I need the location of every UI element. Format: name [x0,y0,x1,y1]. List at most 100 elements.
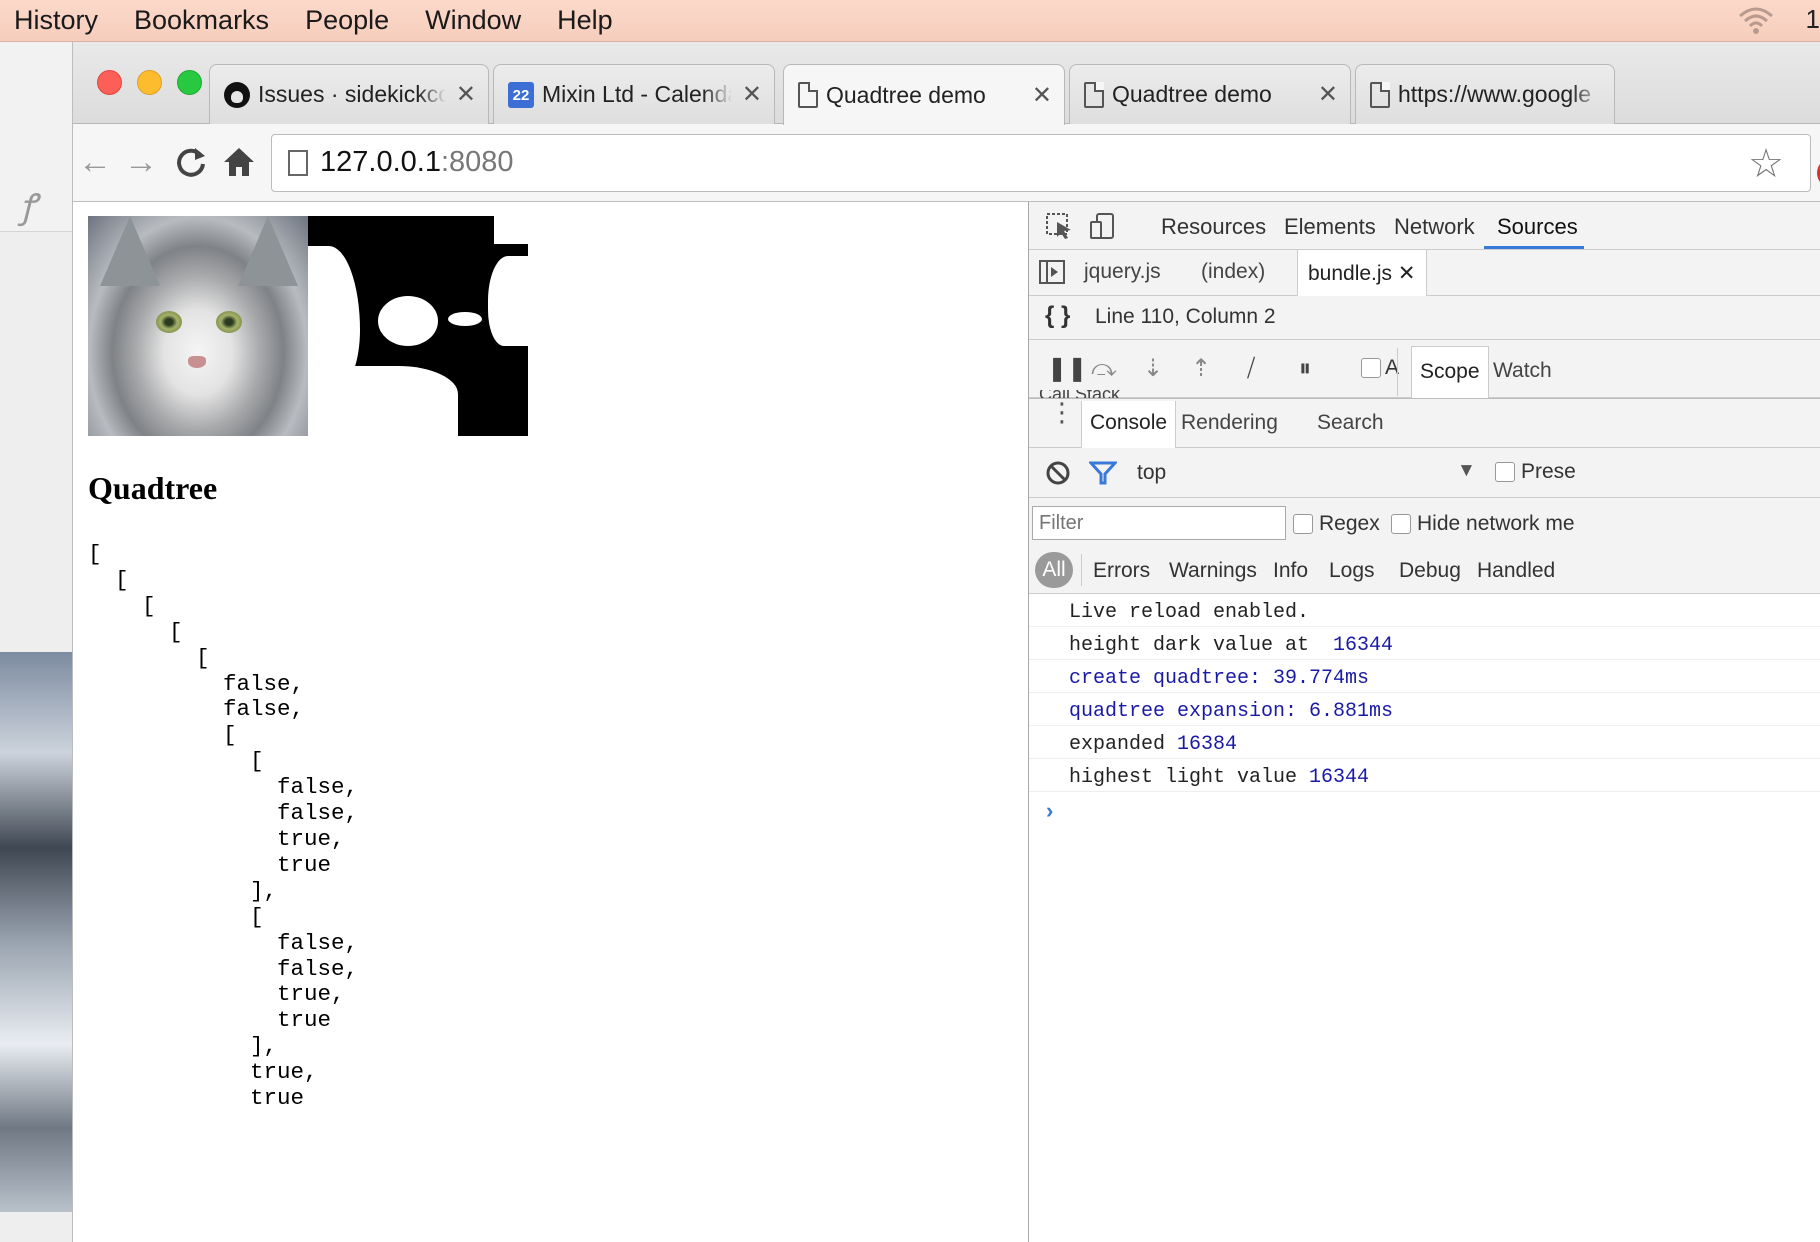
back-arrow-icon[interactable]: ← [77,144,113,180]
console-message[interactable]: height dark value at 16344 [1029,627,1820,660]
console-message[interactable]: create quadtree: 39.774ms [1029,660,1820,693]
menu-clock-clipped: 1 [1805,4,1820,34]
console-filter-bar: Regex Hide network me All Errors Warning… [1029,498,1820,594]
cat-threshold-image [308,216,528,436]
tab-scope[interactable]: Scope [1411,346,1489,398]
url-text[interactable]: 127.0.0.1:8080 [320,146,514,179]
async-checkbox[interactable] [1361,358,1381,378]
tab-google[interactable]: https://www.google [1355,64,1615,124]
tab-close-icon[interactable]: ✕ [742,80,762,109]
macos-menu-bar: History Bookmarks People Window Help 1 [0,0,1820,42]
step-over-icon[interactable]: ⤼ [1091,356,1117,382]
file-tab-bundle[interactable]: bundle.js ✕ [1297,250,1427,296]
file-tab-label: bundle.js [1308,262,1393,285]
devtools-tab-network[interactable]: Network [1394,214,1475,240]
console-message[interactable]: highest light value 16344 [1029,759,1820,792]
inspect-element-icon[interactable] [1045,212,1073,240]
signature-graphic: ꝭ [20,187,37,227]
tab-watch[interactable]: Watch [1493,359,1552,383]
devtools-main-toolbar: Resources Elements Network Sources [1029,202,1820,250]
level-info[interactable]: Info [1273,559,1308,583]
pause-icon[interactable]: ❚❚ [1047,356,1087,382]
console-message[interactable]: expanded 16384 [1029,726,1820,759]
sources-status-bar: { } Line 110, Column 2 [1029,296,1820,340]
pretty-print-icon[interactable]: { } [1045,302,1070,330]
clear-console-icon[interactable] [1045,460,1071,486]
wifi-icon[interactable] [1738,6,1774,36]
menu-people[interactable]: People [305,5,389,36]
file-close-icon[interactable]: ✕ [1398,262,1416,285]
message-text: expanded [1069,733,1178,756]
debugger-toolbar: ❚❚ ⤼ ⇣ ⇡ ⧸ ⏸ A Scope Watch Call Stack [1029,340,1820,398]
hide-network-checkbox[interactable] [1391,514,1411,534]
deactivate-breakpoints-icon[interactable]: ⧸ [1247,356,1255,382]
url-host: 127.0.0.1 [320,146,441,178]
console-message[interactable]: Live reload enabled. [1029,594,1820,627]
quadtree-json-output: [ [ [ [ [ false, false, [ [ false, false… [88,541,359,1112]
divider [1081,554,1082,586]
window-close-button[interactable] [97,70,122,95]
tab-strip: Issues · sidekickcode ✕ 22 Mixin Ltd - C… [73,42,1820,125]
level-logs[interactable]: Logs [1329,559,1375,583]
tab-close-icon[interactable]: ✕ [1032,81,1052,110]
menu-help[interactable]: Help [557,5,613,36]
level-handled[interactable]: Handled [1477,559,1555,583]
console-filter-input[interactable] [1032,506,1286,540]
menu-window[interactable]: Window [425,5,521,36]
message-text: quadtree expansion: 6.881ms [1069,700,1394,723]
level-warnings[interactable]: Warnings [1169,559,1257,583]
url-port: :8080 [440,146,514,178]
console-prompt[interactable]: › [1029,792,1820,825]
regex-checkbox[interactable] [1293,514,1313,534]
devtools-tab-elements[interactable]: Elements [1284,214,1376,240]
drawer-tab-rendering[interactable]: Rendering [1181,411,1278,435]
document-icon [1370,81,1390,108]
tab-calendar[interactable]: 22 Mixin Ltd - Calendar ✕ [493,64,775,124]
level-all[interactable]: All [1035,552,1073,588]
filter-icon[interactable] [1089,460,1117,486]
pause-on-exceptions-icon[interactable]: ⏸ [1299,356,1311,382]
tab-github-issues[interactable]: Issues · sidekickcode ✕ [209,64,489,124]
address-bar[interactable]: 127.0.0.1:8080 ☆ [271,134,1811,192]
message-text: Live reload enabled. [1069,601,1310,624]
reload-icon[interactable] [173,144,209,180]
tab-close-icon[interactable]: ✕ [456,80,476,109]
bookmark-star-icon[interactable]: ☆ [1748,141,1784,187]
console-message[interactable]: quadtree expansion: 6.881ms [1029,693,1820,726]
tab-quadtree-demo[interactable]: Quadtree demo ✕ [1069,64,1351,124]
level-debug[interactable]: Debug [1399,559,1461,583]
drawer-tab-search[interactable]: Search [1317,411,1384,435]
toggle-navigator-icon[interactable] [1039,260,1065,284]
home-icon[interactable] [221,144,257,180]
step-out-icon[interactable]: ⇡ [1191,356,1211,382]
drawer-menu-icon[interactable]: ⋮ [1049,399,1075,425]
tab-close-icon[interactable]: ✕ [1318,80,1338,109]
file-tab-index[interactable]: (index) [1201,260,1265,284]
drawer-tab-console[interactable]: Console [1081,401,1177,449]
page-info-icon[interactable] [288,150,308,176]
menu-bookmarks[interactable]: Bookmarks [134,5,269,36]
devtools-tab-sources[interactable]: Sources [1497,214,1578,240]
devtools-panel: Resources Elements Network Sources jquer… [1028,202,1820,1242]
step-into-icon[interactable]: ⇣ [1143,356,1163,382]
window-zoom-button[interactable] [177,70,202,95]
dropdown-caret-icon[interactable]: ▼ [1457,460,1476,482]
menu-history[interactable]: History [14,5,98,36]
context-selector[interactable]: top [1137,461,1166,485]
tab-quadtree-demo-active[interactable]: Quadtree demo ✕ [783,64,1065,125]
window-minimize-button[interactable] [137,70,162,95]
message-number: 16344 [1333,634,1394,657]
page-content: Quadtree [ [ [ [ [ false, false, [ [ fal… [73,202,1028,1242]
preserve-log-checkbox[interactable] [1495,462,1515,482]
sources-file-tabs: jquery.js (index) bundle.js ✕ [1029,250,1820,296]
document-icon [1084,81,1104,108]
forward-arrow-icon[interactable]: → [123,144,159,180]
level-errors[interactable]: Errors [1093,559,1150,583]
cursor-position: Line 110, Column 2 [1095,305,1276,328]
message-text: height dark value at [1069,634,1334,657]
tab-title: https://www.google [1398,81,1592,107]
device-mode-icon[interactable] [1089,212,1117,240]
navigation-bar: ← → 127.0.0.1:8080 ☆ [73,124,1820,202]
file-tab-jquery[interactable]: jquery.js [1084,260,1161,284]
devtools-tab-resources[interactable]: Resources [1161,214,1266,240]
